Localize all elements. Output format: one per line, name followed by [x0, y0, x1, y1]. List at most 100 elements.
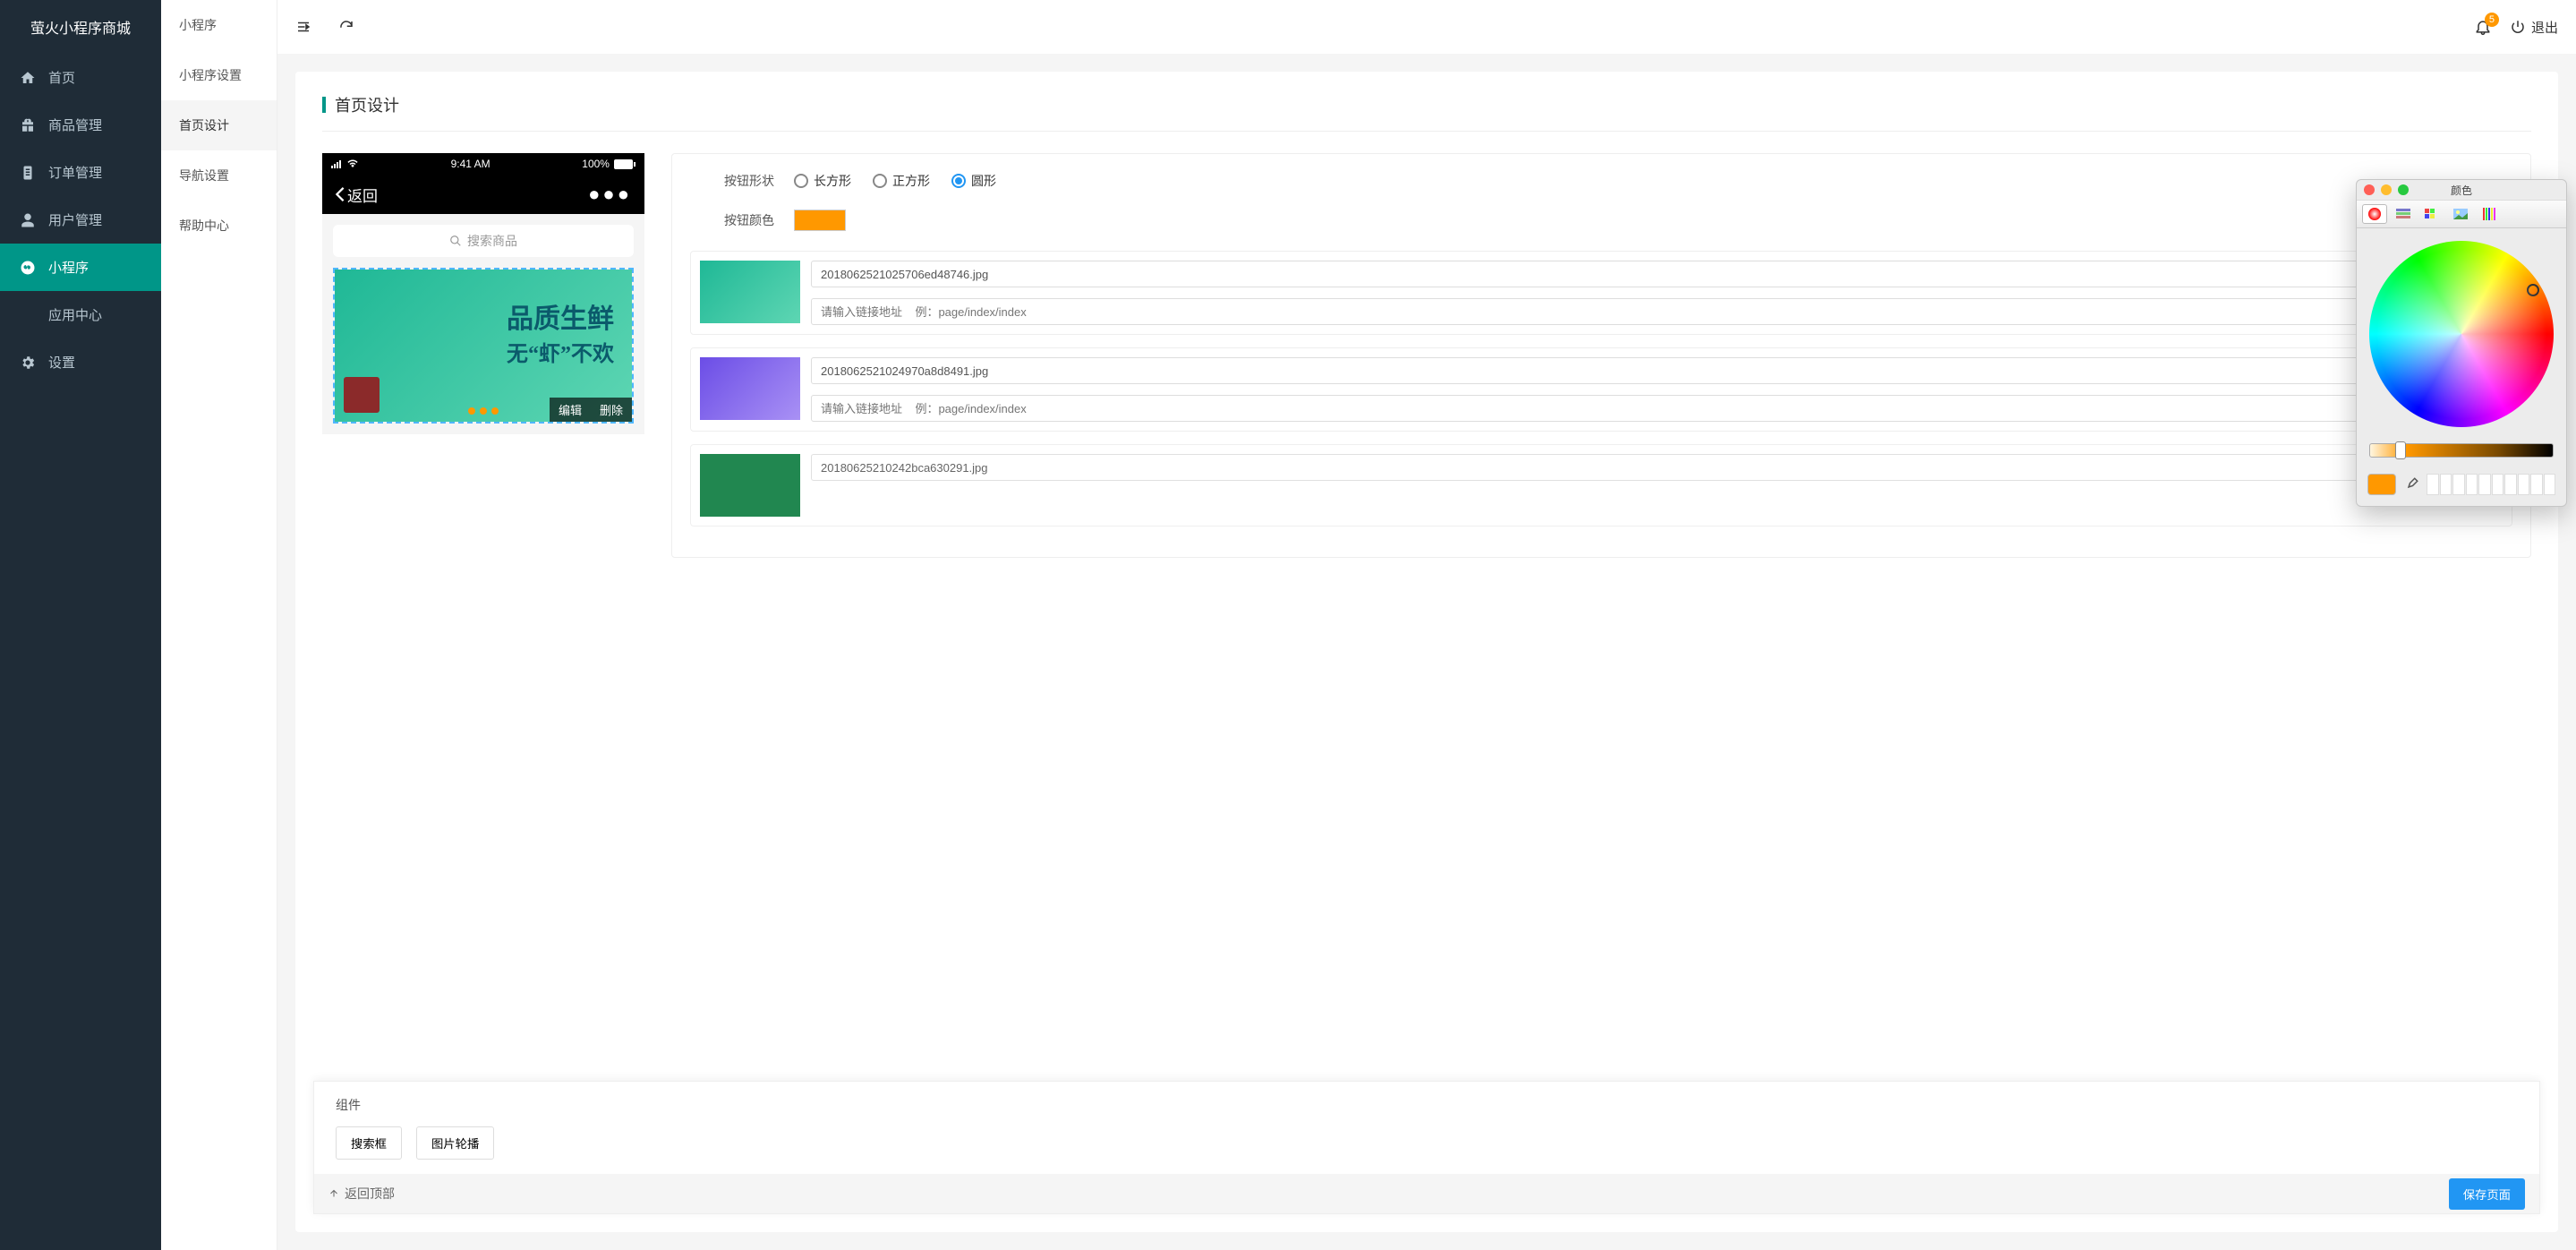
user-icon	[20, 212, 36, 228]
sidebar-item-users[interactable]: 用户管理	[0, 196, 161, 244]
carousel-dots	[468, 407, 499, 415]
notifications-button[interactable]: 5	[2474, 18, 2492, 36]
submenu: 小程序 小程序设置 首页设计 导航设置 帮助中心	[161, 0, 277, 1250]
logout-button[interactable]: 退出	[2510, 18, 2558, 37]
apps-icon	[20, 307, 36, 323]
collapse-menu-button[interactable]	[295, 19, 311, 35]
banner-delete-button[interactable]: 删除	[591, 398, 632, 422]
chevron-left-icon	[335, 186, 345, 202]
shape-label: 按钮形状	[717, 172, 774, 190]
submenu-item-miniprogram[interactable]: 小程序	[161, 0, 277, 50]
sidebar-item-home[interactable]: 首页	[0, 54, 161, 101]
gift-icon	[20, 117, 36, 133]
color-tab-sliders[interactable]	[2391, 204, 2416, 224]
submenu-item-home-design[interactable]: 首页设计	[161, 100, 277, 150]
gear-icon	[20, 355, 36, 371]
sidebar-item-miniprogram[interactable]: 小程序	[0, 244, 161, 291]
banner-badge-icon	[344, 377, 380, 413]
back-to-top-button[interactable]: 返回顶部	[328, 1185, 395, 1203]
banner-thumb	[700, 357, 800, 420]
sidebar-item-products[interactable]: 商品管理	[0, 101, 161, 149]
selected-color-swatch	[2367, 474, 2396, 495]
banner-thumb	[700, 261, 800, 323]
banner-component[interactable]: 品质生鲜 无“虾”不欢 编辑 删除	[333, 268, 634, 424]
phone-back-button[interactable]: 返回	[335, 184, 378, 206]
color-history-grid[interactable]	[2427, 474, 2555, 495]
search-icon	[449, 235, 462, 247]
component-searchbox[interactable]: 搜索框	[336, 1126, 402, 1160]
sidebar-item-orders[interactable]: 订单管理	[0, 149, 161, 196]
sidebar-item-label: 小程序	[48, 258, 89, 277]
shape-option-circle[interactable]: 圆形	[951, 172, 996, 190]
notifications-badge: 5	[2485, 13, 2499, 27]
phone-status-bar: 9:41 AM 100%	[322, 153, 644, 175]
sidebar-item-label: 用户管理	[48, 210, 102, 229]
components-label: 组件	[336, 1096, 2518, 1114]
color-wheel[interactable]	[2369, 241, 2554, 427]
banner-item-1: ✕ 上传图片	[690, 251, 2512, 335]
phone-search-box[interactable]: 搜索商品	[333, 225, 634, 257]
banner-edit-button[interactable]: 编辑	[550, 398, 591, 422]
battery-icon	[614, 159, 635, 169]
phone-search-placeholder: 搜索商品	[467, 232, 517, 250]
banner-filename-input[interactable]	[811, 357, 2420, 384]
arrow-up-icon	[328, 1188, 339, 1199]
banner-link-input[interactable]	[811, 395, 2503, 422]
properties-panel: 按钮形状 长方形 正方形 圆形 按钮颜色 ✕	[671, 153, 2531, 558]
wifi-icon	[346, 159, 359, 168]
home-icon	[20, 70, 36, 86]
title-accent	[322, 97, 326, 113]
sidebar-item-label: 设置	[48, 353, 75, 372]
submenu-item-settings[interactable]: 小程序设置	[161, 50, 277, 100]
banner-subline: 无“虾”不欢	[507, 336, 614, 367]
phone-time: 9:41 AM	[451, 158, 490, 170]
color-tab-wheel[interactable]	[2362, 204, 2387, 224]
banner-filename-input[interactable]	[811, 454, 2420, 481]
banner-thumb	[700, 454, 800, 517]
color-picker-title: 颜色	[2357, 183, 2566, 198]
submenu-item-nav-settings[interactable]: 导航设置	[161, 150, 277, 201]
color-tab-pencils[interactable]	[2477, 204, 2502, 224]
phone-back-label: 返回	[347, 184, 378, 206]
color-picker-window[interactable]: 颜色	[2356, 179, 2567, 507]
shape-option-rect[interactable]: 长方形	[794, 172, 851, 190]
banner-item-3: ✕ 上传图片	[690, 444, 2512, 527]
component-carousel[interactable]: 图片轮播	[416, 1126, 494, 1160]
banner-item-2: ✕ 上传图片	[690, 347, 2512, 432]
phone-preview: 9:41 AM 100% 返回 ●●●	[322, 153, 644, 434]
eyedropper-icon[interactable]	[2403, 476, 2419, 492]
sidebar-item-label: 首页	[48, 68, 75, 87]
banner-filename-input[interactable]	[811, 261, 2420, 287]
power-icon	[2510, 19, 2526, 35]
banner-headline: 品质生鲜	[507, 296, 614, 336]
topbar: 5 退出	[277, 0, 2576, 54]
phone-more-button[interactable]: ●●●	[588, 183, 632, 206]
save-page-button[interactable]: 保存页面	[2449, 1178, 2525, 1210]
brand-logo: 萤火小程序商城	[0, 0, 161, 54]
sidebar-item-label: 商品管理	[48, 116, 102, 134]
sidebar: 萤火小程序商城 首页 商品管理 订单管理 用户管理 小程序 应用中心 设置	[0, 0, 161, 1250]
sidebar-item-appcenter[interactable]: 应用中心	[0, 291, 161, 338]
miniprogram-icon	[20, 260, 36, 276]
shape-option-square[interactable]: 正方形	[873, 172, 930, 190]
sidebar-item-label: 订单管理	[48, 163, 102, 182]
color-swatch[interactable]	[794, 210, 846, 231]
banner-link-input[interactable]	[811, 298, 2503, 325]
sidebar-item-settings[interactable]: 设置	[0, 338, 161, 386]
color-tab-image[interactable]	[2448, 204, 2473, 224]
sidebar-item-label: 应用中心	[48, 305, 102, 324]
color-wheel-cursor[interactable]	[2527, 284, 2539, 296]
logout-label: 退出	[2531, 18, 2558, 37]
submenu-item-help[interactable]: 帮助中心	[161, 201, 277, 251]
phone-battery-pct: 100%	[582, 158, 610, 170]
color-label: 按钮颜色	[717, 211, 774, 229]
color-tab-palette[interactable]	[2419, 204, 2444, 224]
brightness-slider[interactable]	[2369, 443, 2554, 458]
page-title-text: 首页设计	[335, 93, 399, 116]
component-palette: 组件 搜索框 图片轮播 返回顶部 保存页面	[313, 1081, 2540, 1214]
slider-knob[interactable]	[2395, 441, 2406, 459]
refresh-button[interactable]	[338, 19, 354, 35]
clipboard-icon	[20, 165, 36, 181]
page-title: 首页设计	[322, 93, 2531, 132]
signal-icon	[331, 159, 359, 168]
